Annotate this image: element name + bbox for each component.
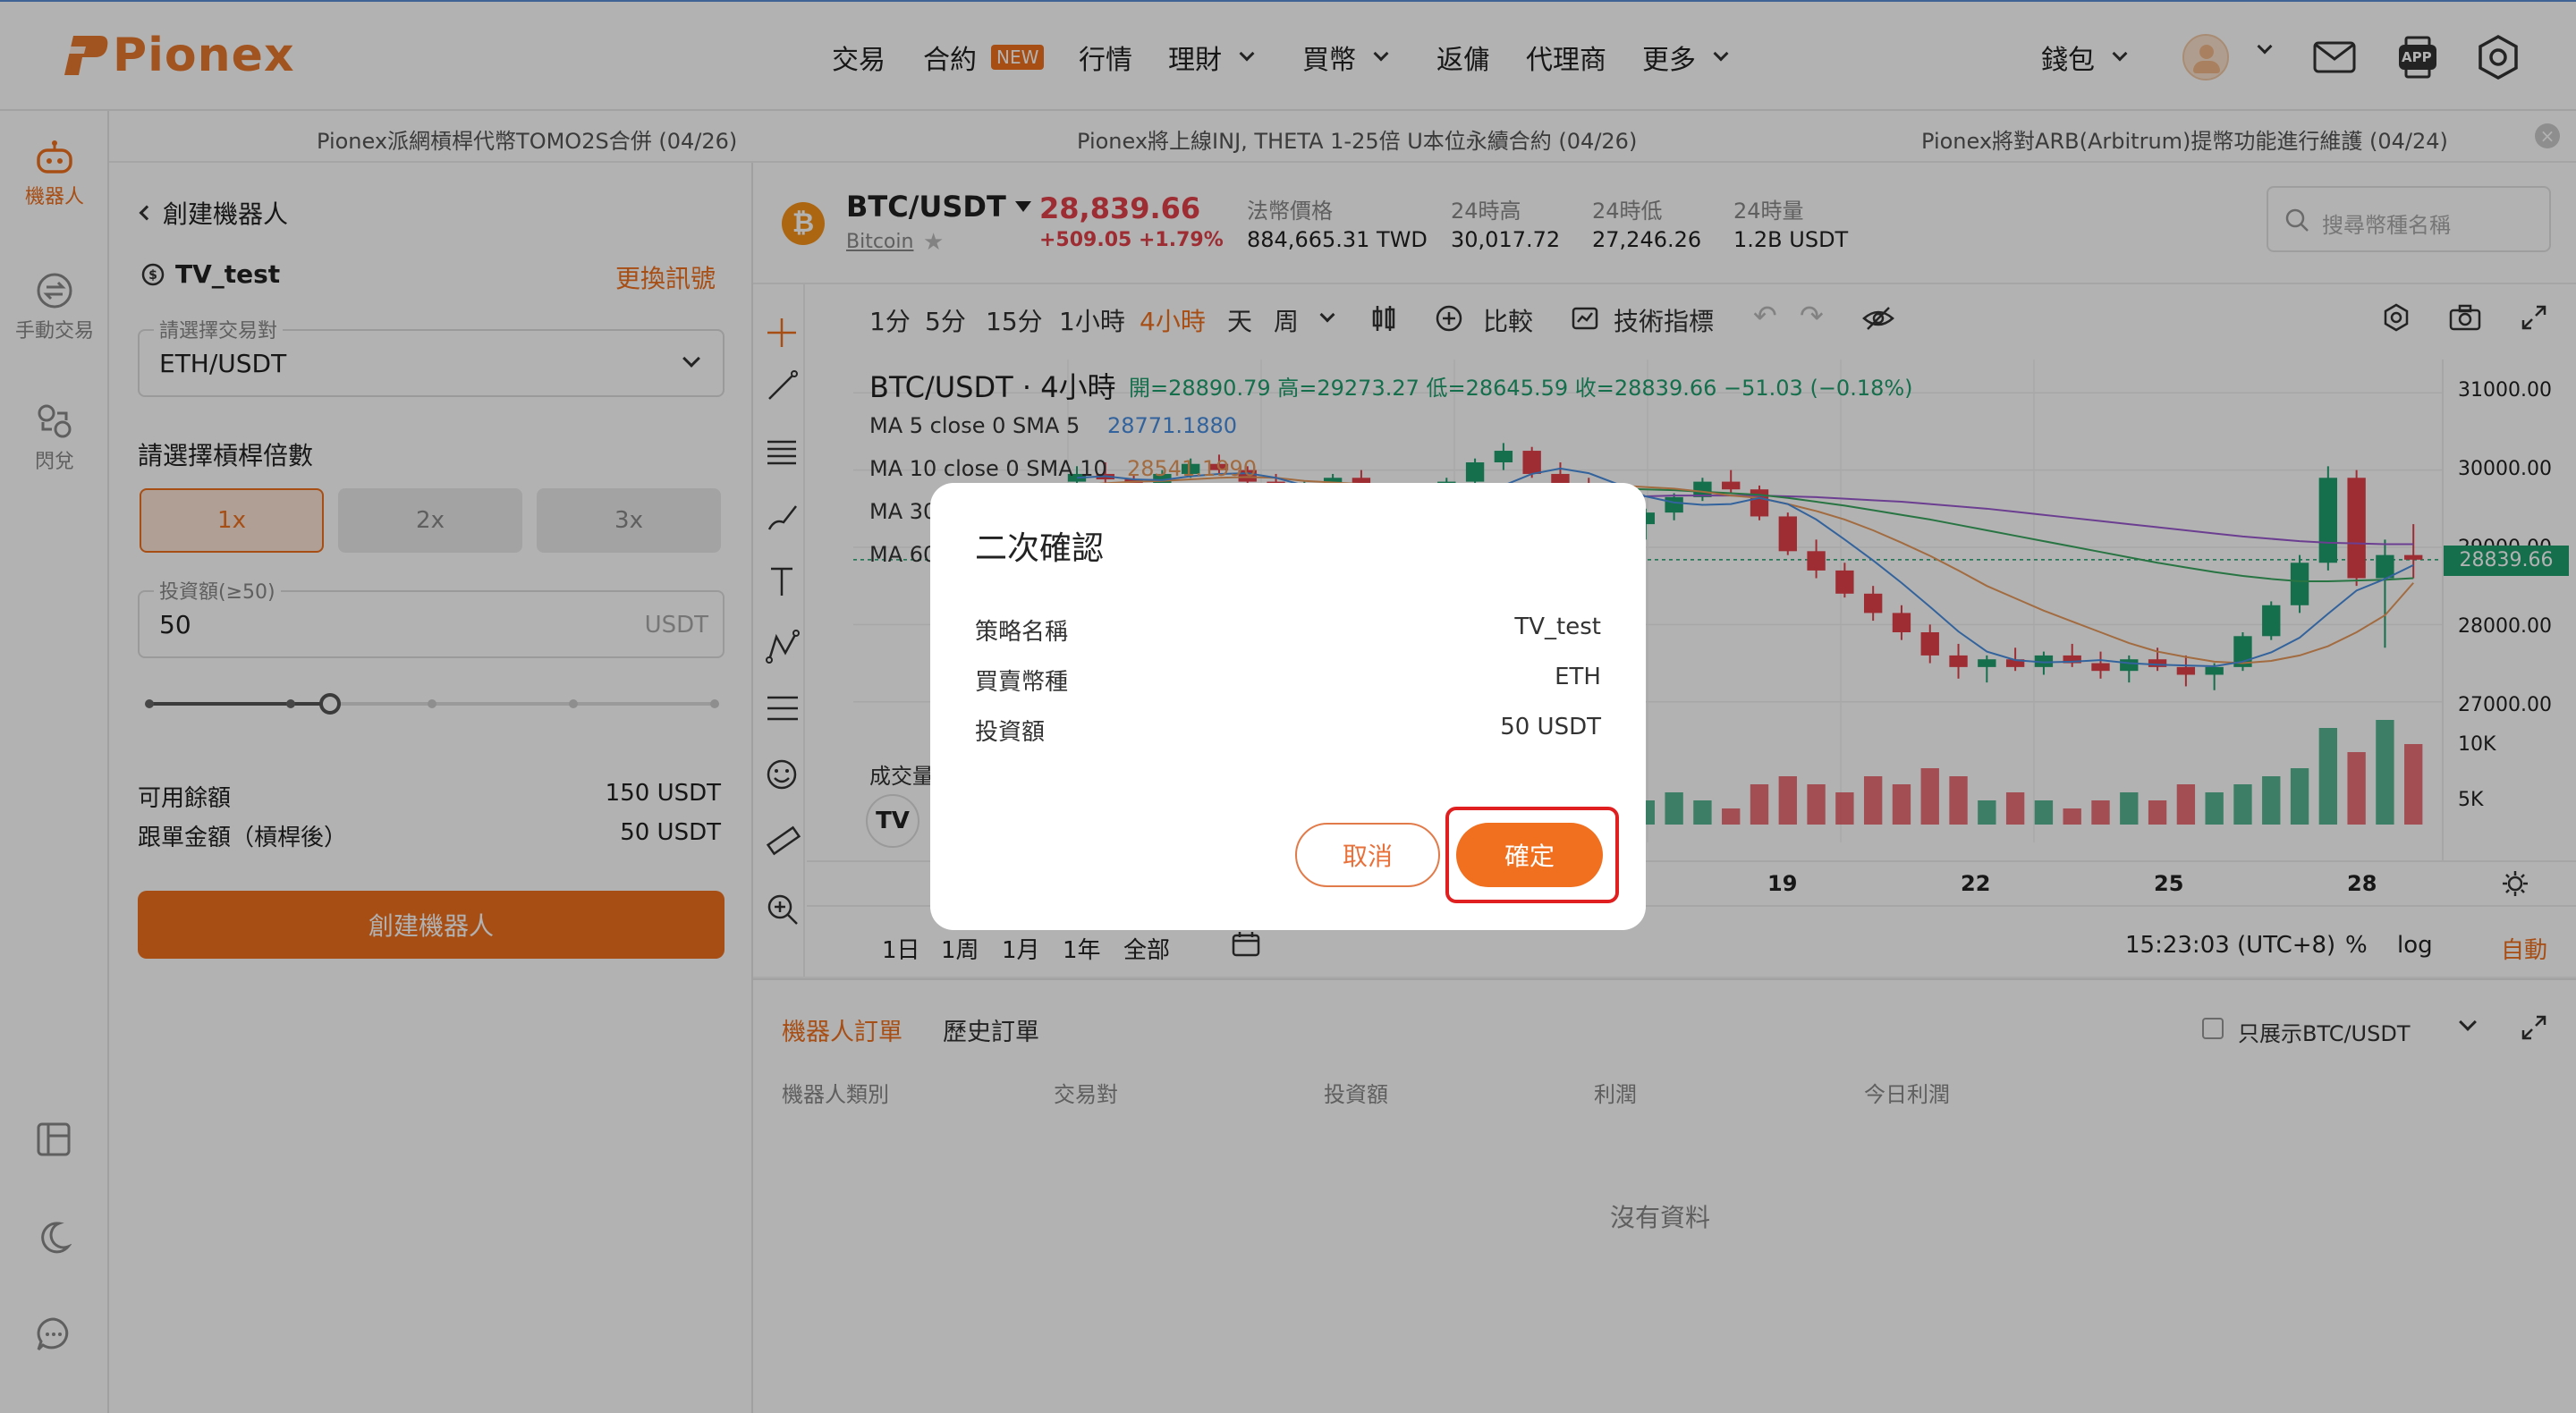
confirm-button[interactable]: 確定 (1456, 823, 1603, 887)
dialog-row-value: ETH (1555, 664, 1601, 690)
dialog-row-value: 50 USDT (1500, 714, 1601, 740)
dialog-row-label: 投資額 (975, 719, 1046, 746)
cancel-button[interactable]: 取消 (1295, 823, 1440, 887)
dialog-row-strategy: 策略名稱 TV_test (975, 613, 1601, 647)
dialog-title: 二次確認 (975, 530, 1105, 567)
dialog-row-invest: 投資額 50 USDT (975, 714, 1601, 747)
dialog-row-coin: 買賣幣種 ETH (975, 664, 1601, 697)
dialog-row-label: 策略名稱 (975, 619, 1069, 646)
dialog-row-label: 買賣幣種 (975, 669, 1069, 696)
dialog-row-value: TV_test (1514, 613, 1601, 640)
confirm-dialog: 二次確認 策略名稱 TV_test 買賣幣種 ETH 投資額 50 USDT 取… (930, 483, 1646, 930)
